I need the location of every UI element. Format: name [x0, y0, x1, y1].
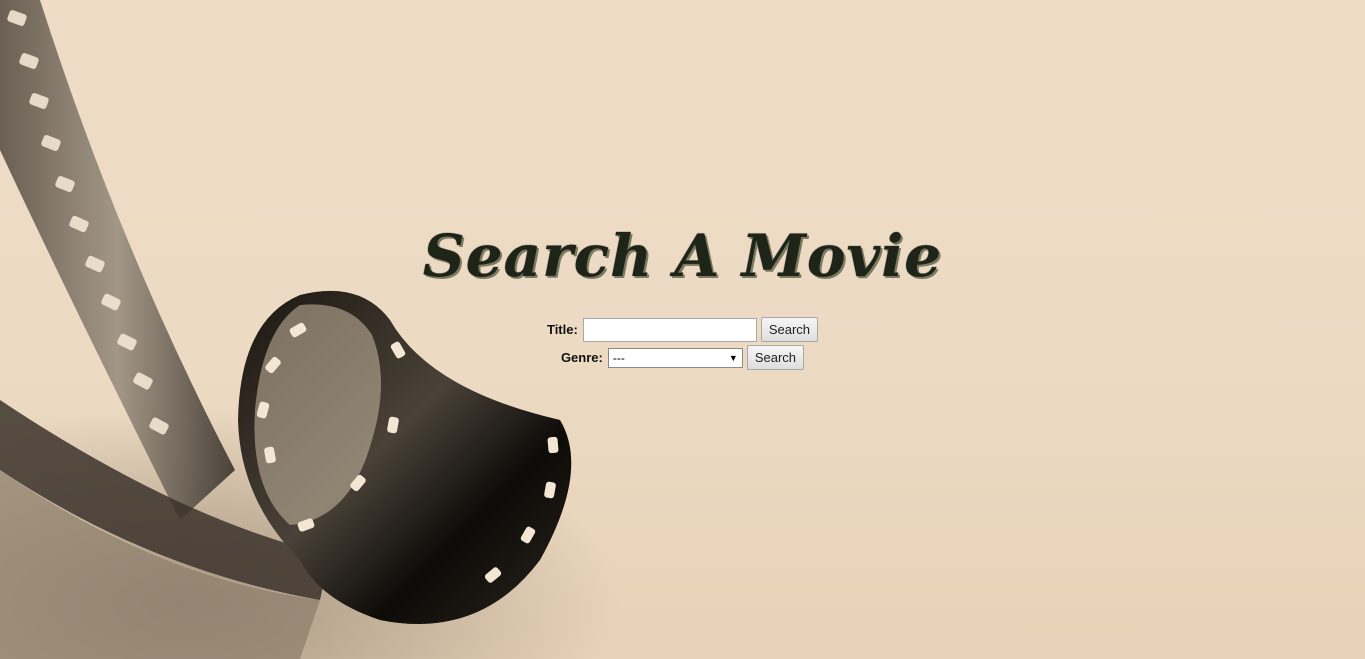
genre-label: Genre:: [560, 350, 603, 365]
genre-selected-value: ---: [612, 350, 625, 365]
title-input[interactable]: [582, 317, 757, 342]
title-search-button[interactable]: Search: [760, 317, 819, 342]
title-label: Title:: [546, 322, 578, 337]
genre-search-row: Genre: --- ▼ Search: [0, 345, 1365, 370]
title-search-row: Title: Search: [0, 317, 1365, 342]
page-title: Search A Movie: [422, 222, 943, 290]
dropdown-arrow-icon: ▼: [728, 352, 738, 363]
genre-search-button[interactable]: Search: [746, 345, 805, 370]
genre-select[interactable]: --- ▼: [607, 347, 743, 368]
